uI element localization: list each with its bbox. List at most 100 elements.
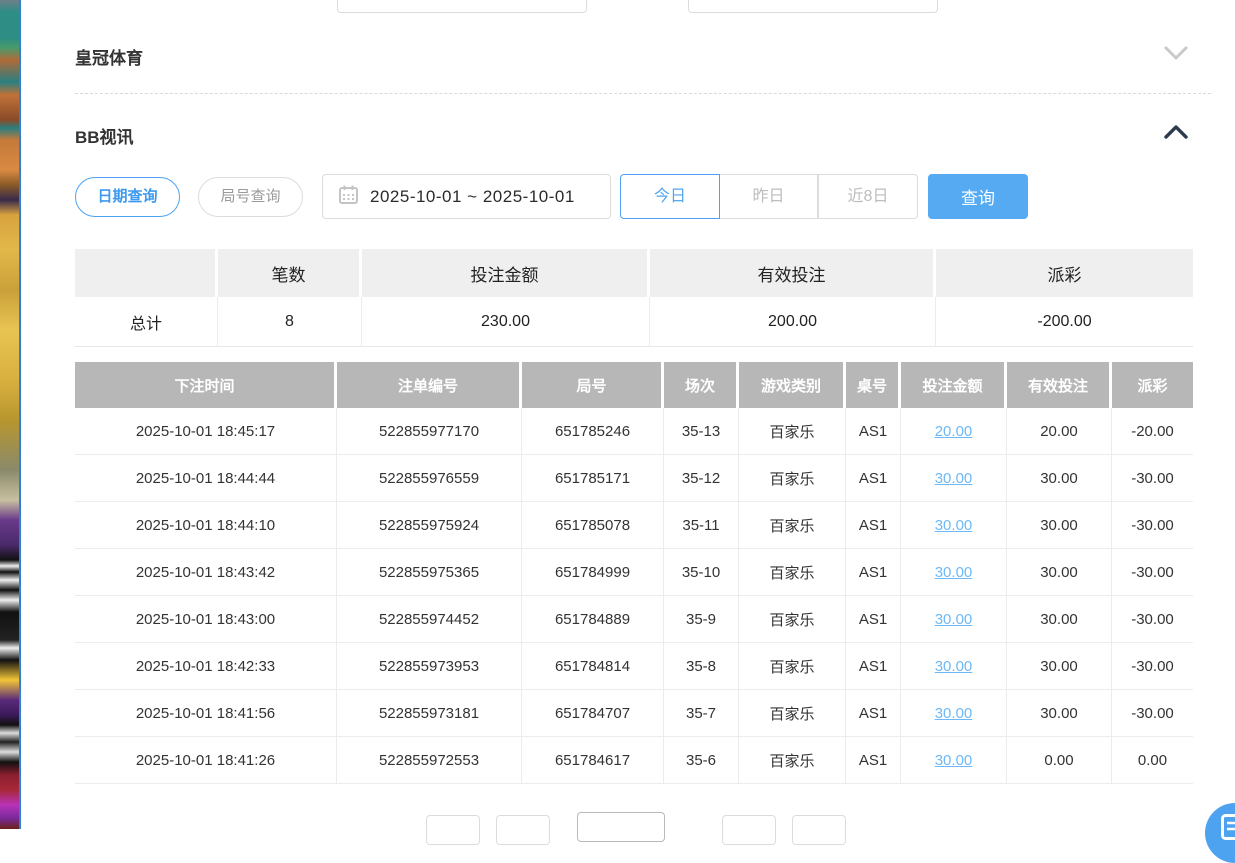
cell-table-id: AS1	[846, 455, 901, 502]
table-row: 2025-10-01 18:43:00522855974452651784889…	[75, 596, 1193, 643]
summary-header-row: 笔数 投注金额 有效投注 派彩	[75, 249, 1193, 297]
cell-bet-id: 522855972553	[337, 737, 522, 784]
pagination-button-1[interactable]	[426, 815, 480, 845]
pagination-page-select[interactable]	[577, 812, 665, 842]
cell-payout: 0.00	[1112, 737, 1193, 784]
table-row: 2025-10-01 18:43:42522855975365651784999…	[75, 549, 1193, 596]
header-table-id: 桌号	[846, 362, 901, 408]
header-bet-time: 下注时间	[75, 362, 337, 408]
pagination-button-4[interactable]	[792, 815, 846, 845]
cell-game-type: 百家乐	[739, 737, 846, 784]
records-panel: 皇冠体育 BB视讯 日期查询 局号查询 2025-10-01 ~ 2025-10…	[21, 0, 1235, 829]
search-button[interactable]: 查询	[928, 174, 1028, 219]
cell-round-id: 651784617	[522, 737, 664, 784]
cell-bet-time: 2025-10-01 18:43:00	[75, 596, 337, 643]
pagination-button-2[interactable]	[496, 815, 550, 845]
cell-payout: -30.00	[1112, 596, 1193, 643]
header-game-type: 游戏类别	[739, 362, 846, 408]
bet-amount-link[interactable]: 20.00	[935, 423, 973, 440]
header-valid-bet: 有效投注	[1007, 362, 1112, 408]
section-title-bb-video: BB视讯	[75, 123, 134, 148]
bet-amount-link[interactable]: 30.00	[935, 752, 973, 769]
cell-game-type: 百家乐	[739, 643, 846, 690]
cell-valid-bet: 0.00	[1007, 737, 1112, 784]
cell-valid-bet: 30.00	[1007, 455, 1112, 502]
quick-range-today[interactable]: 今日	[620, 174, 720, 219]
bet-amount-link[interactable]: 30.00	[935, 470, 973, 487]
pagination-button-3[interactable]	[722, 815, 776, 845]
cell-session: 35-10	[664, 549, 739, 596]
quick-range-last8days[interactable]: 近8日	[818, 174, 918, 219]
cell-valid-bet: 20.00	[1007, 408, 1112, 455]
summary-total-payout: -200.00	[936, 297, 1193, 347]
cell-session: 35-7	[664, 690, 739, 737]
summary-header-count: 笔数	[218, 249, 362, 297]
cell-table-id: AS1	[846, 408, 901, 455]
section-divider	[75, 93, 1211, 94]
bet-amount-link[interactable]: 30.00	[935, 564, 973, 581]
cell-game-type: 百家乐	[739, 596, 846, 643]
cell-bet-time: 2025-10-01 18:41:56	[75, 690, 337, 737]
bet-amount-link[interactable]: 30.00	[935, 517, 973, 534]
summary-total-bet-amount: 230.00	[362, 297, 650, 347]
summary-total-row: 总计 8 230.00 200.00 -200.00	[75, 297, 1193, 347]
cell-table-id: AS1	[846, 643, 901, 690]
cell-round-id: 651785246	[522, 408, 664, 455]
table-row: 2025-10-01 18:41:56522855973181651784707…	[75, 690, 1193, 737]
cell-table-id: AS1	[846, 549, 901, 596]
cell-bet-amount: 30.00	[901, 643, 1007, 690]
cell-bet-time: 2025-10-01 18:45:17	[75, 408, 337, 455]
top-form-input-right[interactable]	[688, 0, 938, 13]
round-query-tab[interactable]: 局号查询	[198, 177, 303, 217]
cell-bet-amount: 30.00	[901, 455, 1007, 502]
date-range-picker[interactable]: 2025-10-01 ~ 2025-10-01	[322, 174, 611, 219]
cell-bet-id: 522855976559	[337, 455, 522, 502]
table-row: 2025-10-01 18:42:33522855973953651784814…	[75, 643, 1193, 690]
header-payout: 派彩	[1112, 362, 1193, 408]
cell-bet-time: 2025-10-01 18:41:26	[75, 737, 337, 784]
cell-valid-bet: 30.00	[1007, 549, 1112, 596]
quick-range-yesterday[interactable]: 昨日	[720, 174, 818, 219]
cell-payout: -30.00	[1112, 455, 1193, 502]
cell-bet-id: 522855975365	[337, 549, 522, 596]
cell-session: 35-8	[664, 643, 739, 690]
cell-game-type: 百家乐	[739, 549, 846, 596]
chevron-down-icon[interactable]	[1164, 45, 1188, 66]
cell-bet-amount: 30.00	[901, 502, 1007, 549]
top-form-input-left[interactable]	[337, 0, 587, 13]
header-session: 场次	[664, 362, 739, 408]
cell-table-id: AS1	[846, 737, 901, 784]
cell-bet-id: 522855975924	[337, 502, 522, 549]
cell-payout: -30.00	[1112, 549, 1193, 596]
date-query-tab[interactable]: 日期查询	[75, 177, 180, 217]
cell-game-type: 百家乐	[739, 502, 846, 549]
cell-bet-id: 522855974452	[337, 596, 522, 643]
cell-bet-time: 2025-10-01 18:42:33	[75, 643, 337, 690]
chevron-up-icon[interactable]	[1164, 124, 1188, 145]
cell-round-id: 651785171	[522, 455, 664, 502]
summary-total-count: 8	[218, 297, 362, 347]
cell-bet-time: 2025-10-01 18:44:10	[75, 502, 337, 549]
cell-bet-amount: 30.00	[901, 737, 1007, 784]
summary-header-blank	[75, 249, 218, 297]
customer-service-fab[interactable]	[1205, 803, 1235, 863]
cell-valid-bet: 30.00	[1007, 502, 1112, 549]
cell-bet-amount: 30.00	[901, 596, 1007, 643]
cell-table-id: AS1	[846, 690, 901, 737]
summary-table: 笔数 投注金额 有效投注 派彩 总计 8 230.00 200.00 -200.…	[75, 249, 1193, 347]
summary-total-valid-bet: 200.00	[650, 297, 936, 347]
header-round-id: 局号	[522, 362, 664, 408]
background-banner-strip	[0, 0, 19, 829]
cell-round-id: 651784707	[522, 690, 664, 737]
cell-session: 35-11	[664, 502, 739, 549]
cell-table-id: AS1	[846, 596, 901, 643]
summary-header-payout: 派彩	[936, 249, 1193, 297]
calendar-icon	[339, 185, 358, 209]
cell-bet-amount: 30.00	[901, 690, 1007, 737]
table-row: 2025-10-01 18:45:17522855977170651785246…	[75, 408, 1193, 455]
cell-table-id: AS1	[846, 502, 901, 549]
bet-amount-link[interactable]: 30.00	[935, 658, 973, 675]
table-row: 2025-10-01 18:41:26522855972553651784617…	[75, 737, 1193, 784]
bet-amount-link[interactable]: 30.00	[935, 611, 973, 628]
bet-amount-link[interactable]: 30.00	[935, 705, 973, 722]
